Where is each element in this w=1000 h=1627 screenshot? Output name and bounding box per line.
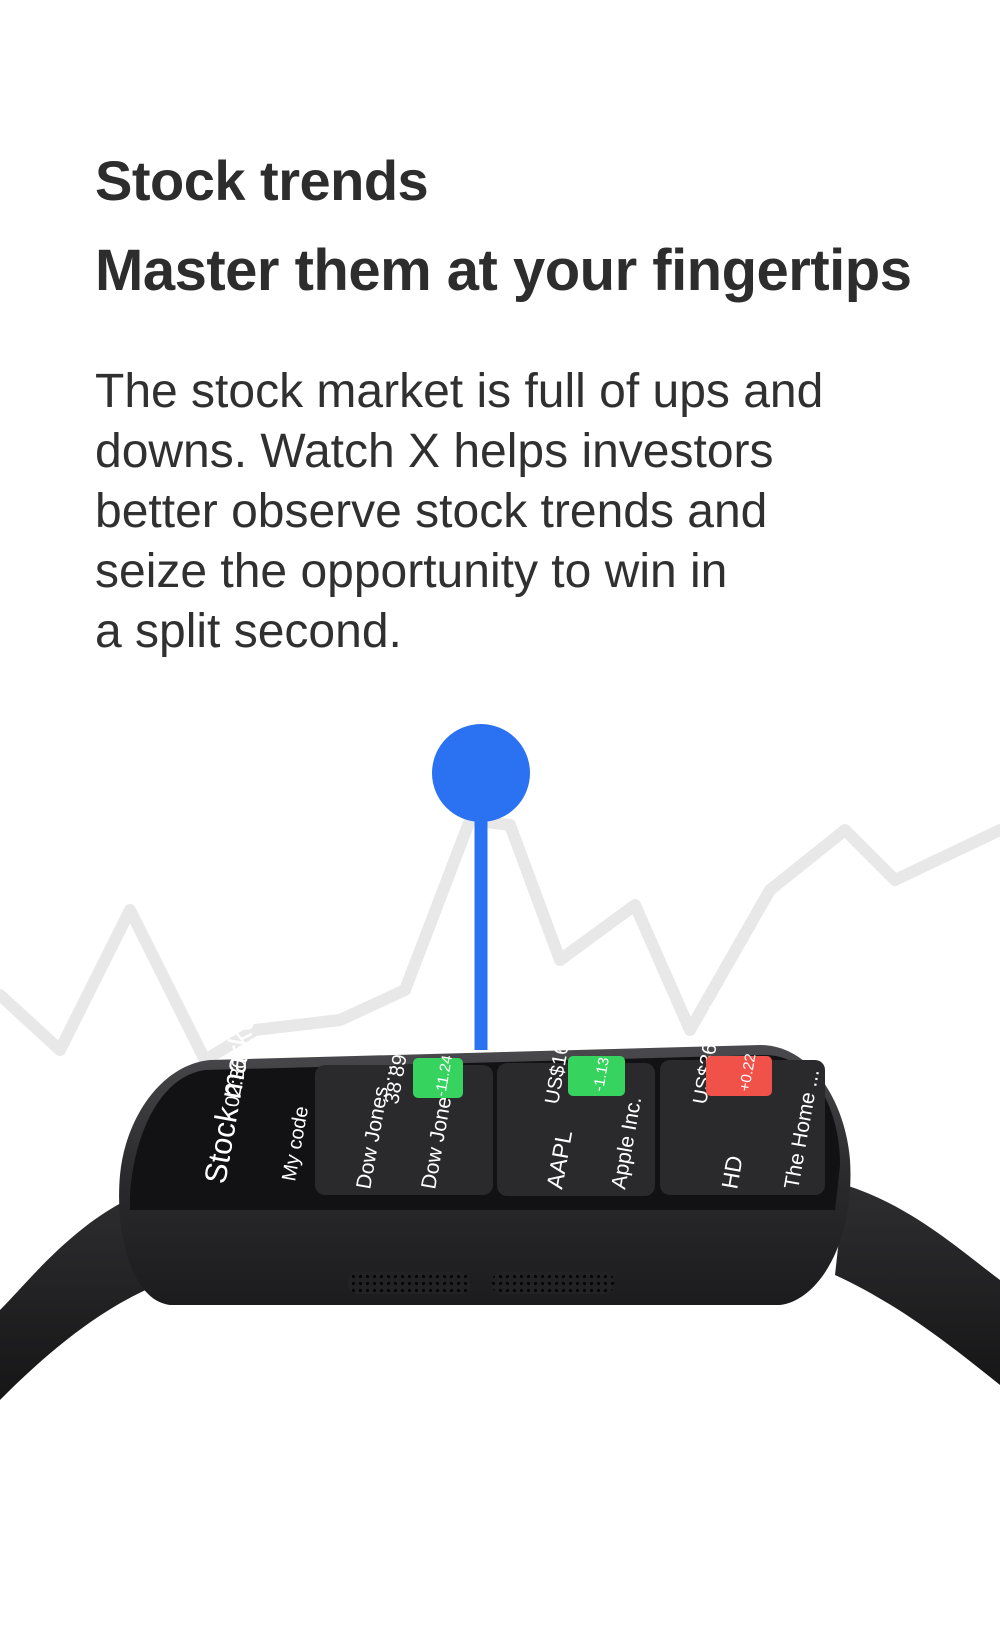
speaker-grill-left <box>348 1272 470 1294</box>
marker-dot <box>432 724 530 822</box>
watch-strap-right <box>835 1185 1000 1385</box>
watch-illustration: Stock market 02:30 My code Dow Jones ...… <box>0 724 1000 1400</box>
page-subheading: Master them at your fingertips <box>95 238 912 303</box>
page-heading: Stock trends <box>95 149 429 212</box>
feature-description: The stock market is full of ups and down… <box>95 365 824 658</box>
trend-line <box>0 814 1000 1066</box>
speaker-grill-right <box>492 1272 614 1294</box>
